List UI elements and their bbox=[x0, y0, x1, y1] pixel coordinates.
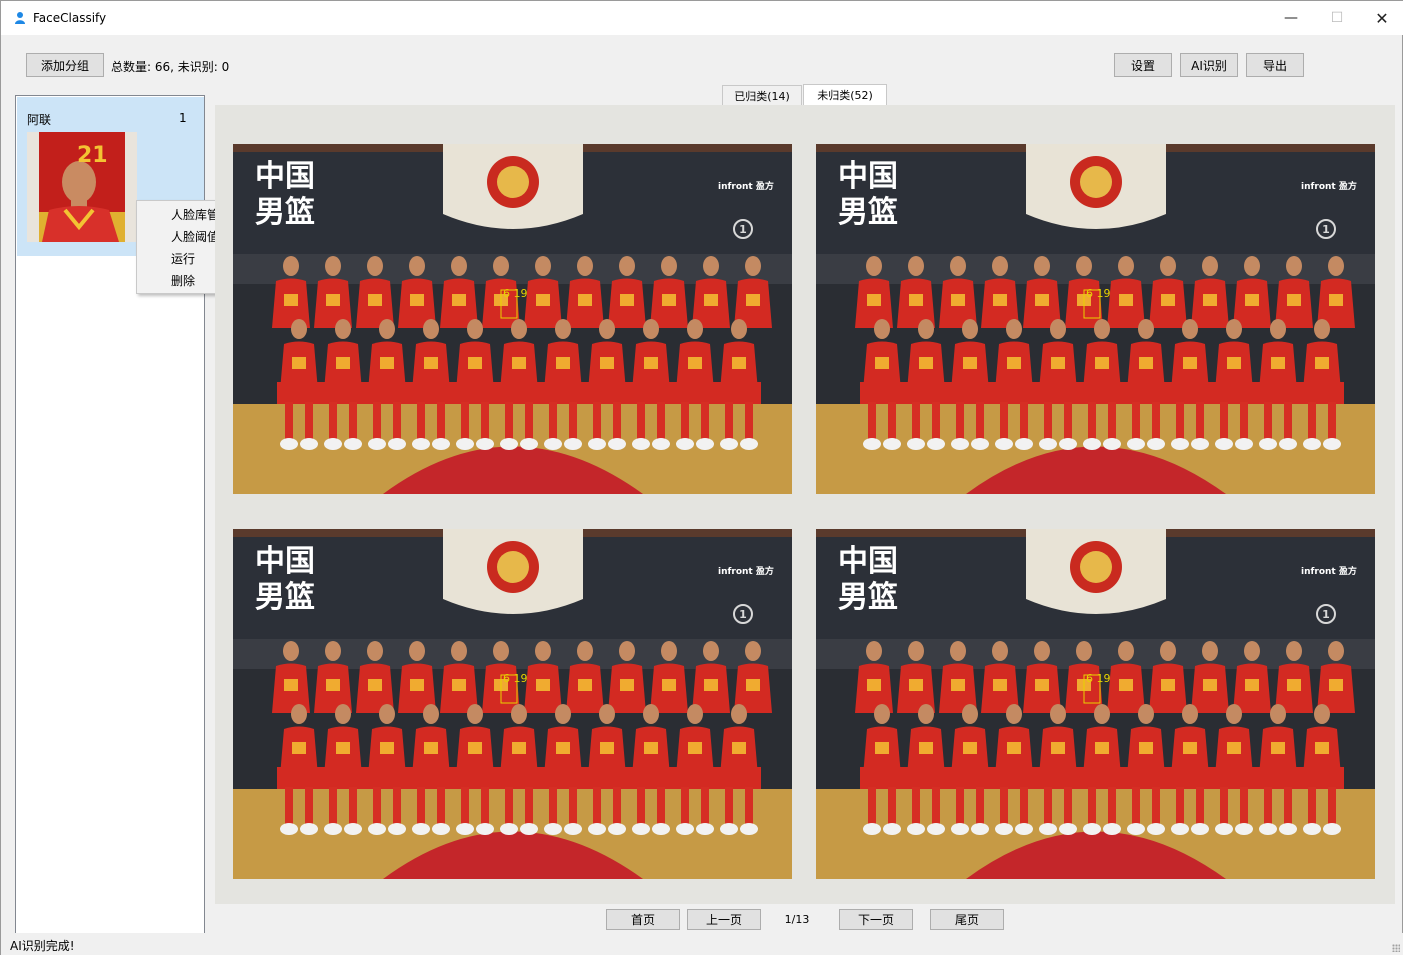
last-page-button[interactable]: 尾页 bbox=[930, 909, 1004, 930]
face-box-label: 6 19 bbox=[1086, 287, 1111, 300]
add-group-button[interactable]: 添加分组 bbox=[26, 53, 104, 77]
face-box-label: 6 19 bbox=[503, 287, 528, 300]
photo-headline: 中国 bbox=[255, 159, 315, 194]
face-box-label: 6 19 bbox=[503, 672, 528, 685]
resize-grip-icon[interactable] bbox=[1392, 944, 1400, 952]
photo-headline: 中国 bbox=[255, 544, 315, 579]
photo-card[interactable]: 1 中国 男篮 infront 盈方 6 19 bbox=[233, 144, 792, 494]
photo-headline: 男篮 bbox=[838, 580, 898, 615]
export-button[interactable]: 导出 bbox=[1246, 53, 1304, 77]
status-message: AI识别完成! bbox=[10, 939, 75, 953]
photo-headline: 中国 bbox=[838, 544, 898, 579]
tab-classified[interactable]: 已归类(14) bbox=[722, 85, 802, 105]
sponsor-logo: infront 盈方 bbox=[718, 180, 774, 192]
photo-card[interactable]: 1 中国 男篮 infront 盈方 6 19 bbox=[816, 529, 1375, 879]
close-button[interactable]: ✕ bbox=[1359, 1, 1403, 35]
sponsor-logo: infront 盈方 bbox=[718, 565, 774, 577]
photo-badge: 1 bbox=[1322, 223, 1330, 236]
next-page-button[interactable]: 下一页 bbox=[839, 909, 913, 930]
photo-headline: 中国 bbox=[838, 159, 898, 194]
photo-headline: 男篮 bbox=[838, 195, 898, 230]
summary-text: 总数量: 66, 未识别: 0 bbox=[111, 60, 230, 74]
face-box-label: 6 19 bbox=[1086, 672, 1111, 685]
minimize-button[interactable]: — bbox=[1268, 1, 1314, 35]
photo-headline: 男篮 bbox=[255, 195, 315, 230]
tab-unclassified[interactable]: 未归类(52) bbox=[803, 84, 887, 105]
sponsor-logo: infront 盈方 bbox=[1301, 565, 1357, 577]
photo-gallery[interactable]: 1 中国 男篮 infront 盈方 6 19 1 中国 男篮 infront 盈方 6 19 … bbox=[215, 105, 1395, 904]
photo-card[interactable]: 1 中国 男篮 infront 盈方 6 19 bbox=[816, 144, 1375, 494]
ai-recognize-button[interactable]: AI识别 bbox=[1180, 53, 1238, 77]
group-name: 阿联 bbox=[27, 113, 52, 127]
group-thumbnail[interactable]: 21 bbox=[27, 132, 137, 242]
page-indicator: 1/13 bbox=[784, 913, 810, 926]
person-icon bbox=[15, 12, 25, 24]
thumb-number: 21 bbox=[77, 143, 108, 168]
group-count: 1 bbox=[179, 111, 187, 125]
prev-page-button[interactable]: 上一页 bbox=[687, 909, 761, 930]
status-bar: AI识别完成! bbox=[1, 933, 1403, 955]
photo-headline: 男篮 bbox=[255, 580, 315, 615]
settings-button[interactable]: 设置 bbox=[1114, 53, 1172, 77]
first-page-button[interactable]: 首页 bbox=[606, 909, 680, 930]
photo-card[interactable]: 1 中国 男篮 infront 盈方 6 19 bbox=[233, 529, 792, 879]
photo-badge: 1 bbox=[739, 608, 747, 621]
app-window: FaceClassify — ☐ ✕ 添加分组 总数量: 66, 未识别: 0 … bbox=[0, 0, 1403, 955]
title-bar: FaceClassify — ☐ ✕ bbox=[1, 1, 1403, 35]
sponsor-logo: infront 盈方 bbox=[1301, 180, 1357, 192]
photo-badge: 1 bbox=[739, 223, 747, 236]
window-title: FaceClassify bbox=[33, 11, 107, 25]
photo-badge: 1 bbox=[1322, 608, 1330, 621]
maximize-button[interactable]: ☐ bbox=[1314, 1, 1360, 35]
